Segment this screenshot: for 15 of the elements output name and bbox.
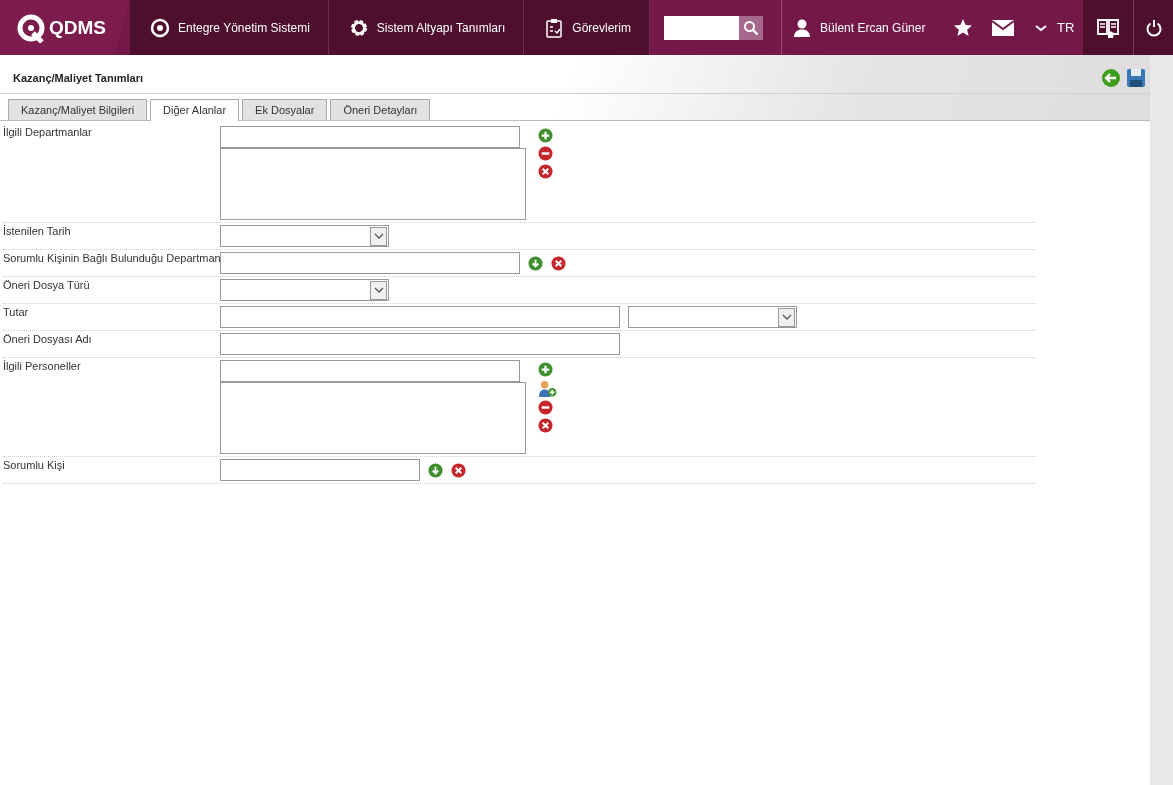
- tab[interactable]: Öneri Detayları: [330, 99, 431, 120]
- language-selector[interactable]: TR: [1035, 20, 1075, 35]
- field-label: Sorumlu Kişinin Bağlı Bulunduğu Departman: [3, 252, 220, 266]
- tab[interactable]: Ek Dosyalar: [242, 99, 328, 120]
- tab[interactable]: Kazanç/Maliyet Bilgileri: [8, 99, 148, 120]
- field-label: İlgili Departmanlar: [3, 126, 93, 140]
- field-label: Öneri Dosyası Adı: [3, 333, 93, 347]
- page-title: Kazanç/Maliyet Tanımları: [13, 72, 143, 84]
- field-label: İstenilen Tarih: [3, 225, 72, 239]
- field-label: Öneri Dosya Türü: [3, 279, 91, 293]
- field-label: İlgili Personeller: [3, 360, 82, 374]
- field-label: Tutar: [3, 306, 30, 320]
- logo[interactable]: QDMS: [0, 0, 130, 55]
- tab[interactable]: Diğer Alanlar: [150, 99, 240, 121]
- field-label: Sorumlu Kişi: [3, 459, 66, 473]
